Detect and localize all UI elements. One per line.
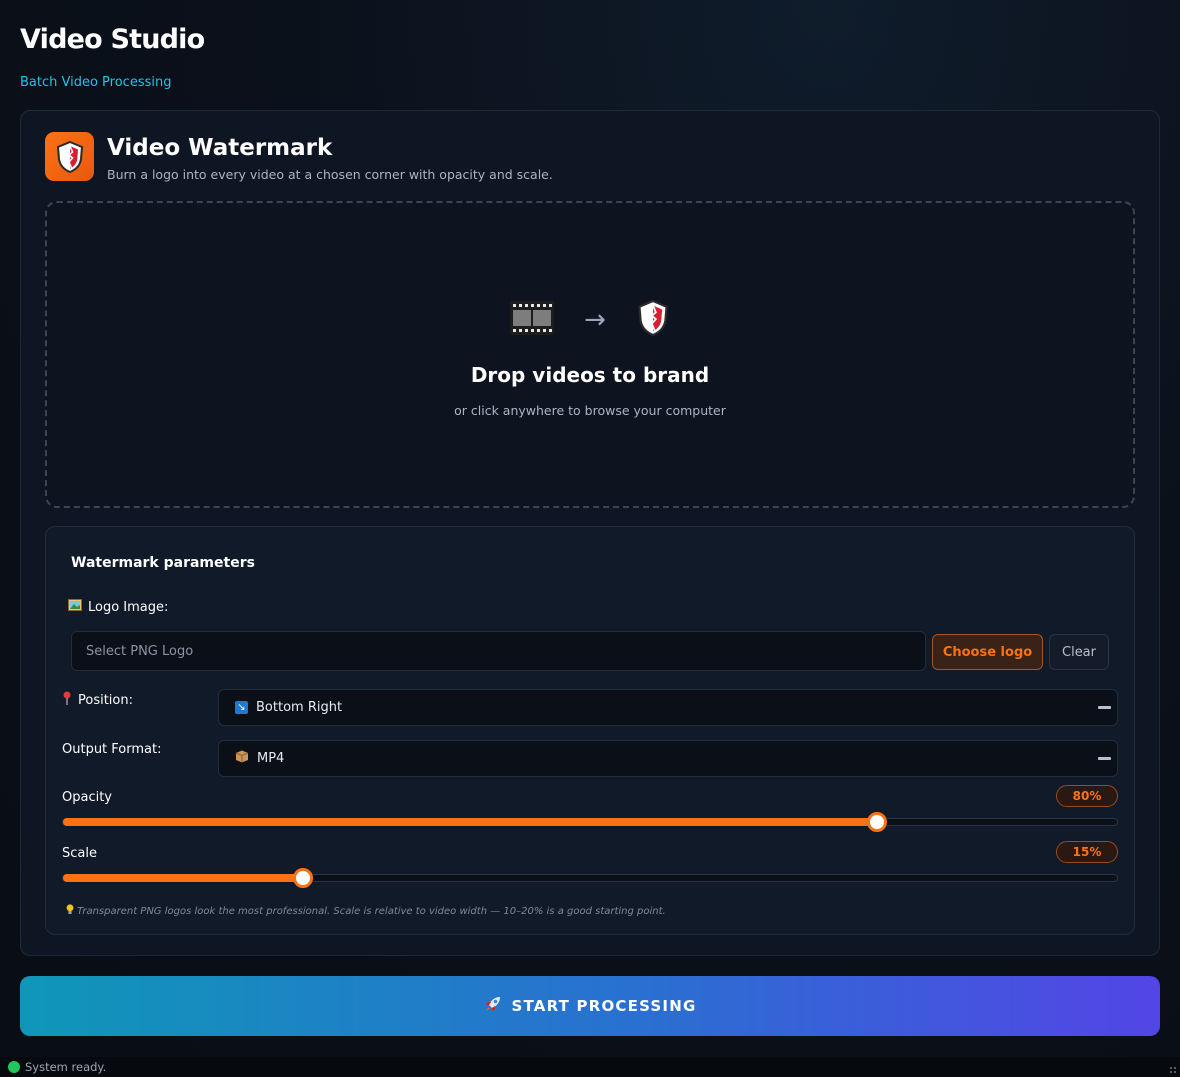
- arrow-down-right-icon: ↘: [235, 701, 248, 714]
- logo-path-input[interactable]: [71, 631, 926, 671]
- app-title: Video Studio: [20, 24, 205, 55]
- pushpin-icon: [62, 691, 72, 709]
- opacity-slider-thumb[interactable]: [866, 812, 887, 832]
- tool-title: Video Watermark: [107, 135, 333, 161]
- status-bar: System ready.: [0, 1057, 1180, 1077]
- position-select[interactable]: ↘ Bottom Right: [218, 689, 1118, 726]
- dropzone-subtitle: or click anywhere to browse your compute…: [454, 403, 726, 418]
- scale-slider-fill: [63, 874, 304, 882]
- video-dropzone[interactable]: → Drop videos to brand or click anywhere…: [45, 201, 1135, 508]
- rocket-icon: [484, 995, 502, 1017]
- scale-label: Scale: [62, 846, 97, 861]
- resize-grip-icon[interactable]: [1169, 1066, 1177, 1074]
- shield-icon: [636, 297, 670, 343]
- hint-text: Transparent PNG logos look the most prof…: [66, 904, 666, 918]
- output-format-value: MP4: [257, 751, 285, 766]
- arrow-right-icon: →: [584, 305, 606, 335]
- position-label: Position:: [62, 691, 133, 709]
- scale-slider-thumb[interactable]: [293, 868, 314, 888]
- opacity-value-badge: 80%: [1056, 785, 1118, 807]
- film-strip-icon: [510, 301, 555, 339]
- params-title: Watermark parameters: [71, 555, 255, 571]
- picture-icon: [68, 599, 82, 615]
- logo-image-label: Logo Image:: [68, 599, 168, 615]
- opacity-slider-fill: [63, 818, 877, 826]
- watermark-card: Video Watermark Burn a logo into every v…: [20, 110, 1160, 956]
- scale-slider[interactable]: [62, 868, 1118, 888]
- dropdown-indicator-icon: [1098, 706, 1111, 709]
- app-subtitle: Batch Video Processing: [20, 75, 172, 90]
- shield-icon: [45, 132, 94, 181]
- output-format-select[interactable]: MP4: [218, 740, 1118, 777]
- dropdown-indicator-icon: [1098, 757, 1111, 760]
- start-processing-button[interactable]: START PROCESSING: [20, 976, 1160, 1036]
- package-icon: [235, 750, 249, 767]
- scale-value-badge: 15%: [1056, 841, 1118, 863]
- clear-logo-button[interactable]: Clear: [1049, 634, 1109, 670]
- opacity-slider[interactable]: [62, 812, 1118, 832]
- position-value: Bottom Right: [256, 700, 343, 715]
- watermark-parameters-panel: Watermark parameters Logo Image: Choose …: [45, 526, 1135, 935]
- status-text: System ready.: [25, 1060, 107, 1074]
- opacity-label: Opacity: [62, 790, 113, 805]
- dropzone-title: Drop videos to brand: [470, 363, 710, 387]
- choose-logo-button[interactable]: Choose logo: [932, 634, 1043, 670]
- dropzone-icons: →: [47, 297, 1133, 343]
- status-indicator-icon: [8, 1061, 20, 1073]
- output-format-label: Output Format:: [62, 742, 162, 757]
- lightbulb-icon: [66, 904, 74, 918]
- start-processing-label: START PROCESSING: [511, 997, 697, 1015]
- tool-description: Burn a logo into every video at a chosen…: [107, 167, 553, 182]
